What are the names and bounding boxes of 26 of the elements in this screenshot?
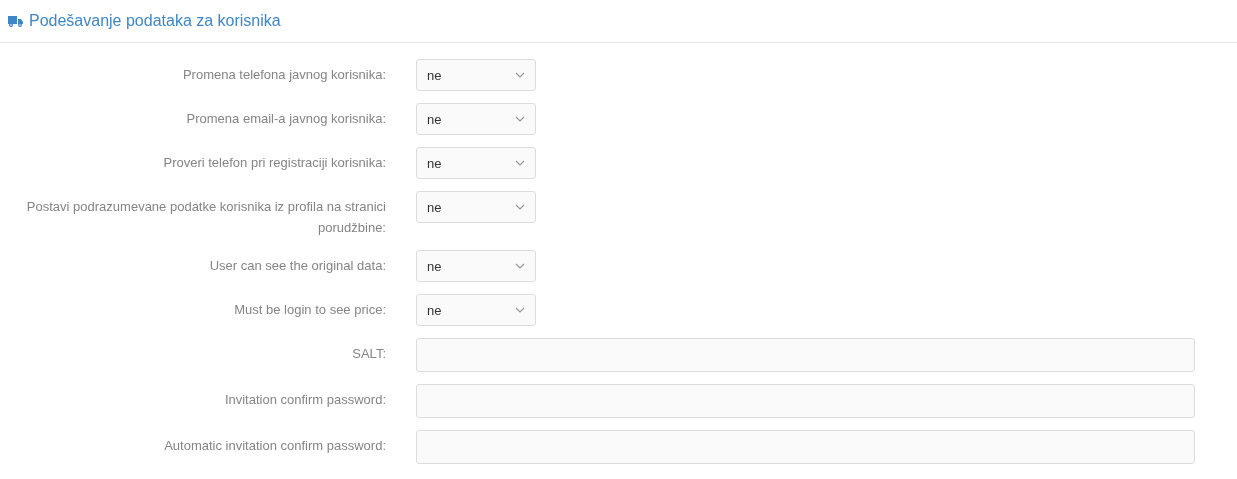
page-title: Podešavanje podataka za korisnika bbox=[29, 12, 281, 30]
field-label: Postavi podrazumevane podatke korisnika iz profila na stranici porudžbine: bbox=[25, 198, 386, 237]
chevron-down-icon bbox=[515, 72, 525, 78]
select-field[interactable]: ne bbox=[416, 250, 536, 282]
field-label: Proveri telefon pri registraciji korisnika: bbox=[162, 154, 386, 172]
chevron-down-icon bbox=[515, 307, 525, 313]
truck-icon bbox=[8, 15, 23, 27]
field-label: Promena telefona javnog korisnika: bbox=[181, 66, 386, 84]
chevron-down-icon bbox=[515, 116, 525, 122]
input-field[interactable] bbox=[416, 338, 1195, 372]
field-label: Invitation confirm password: bbox=[223, 391, 386, 409]
chevron-down-icon bbox=[515, 204, 525, 210]
chevron-down-icon bbox=[515, 160, 525, 166]
select-field[interactable]: ne bbox=[416, 294, 536, 326]
field-label: Automatic invitation confirm password: bbox=[163, 437, 386, 455]
select-field[interactable]: ne bbox=[416, 191, 536, 223]
input-field[interactable] bbox=[416, 384, 1195, 418]
select-field[interactable]: ne bbox=[416, 103, 536, 135]
field-label: Must be login to see price: bbox=[233, 301, 386, 319]
select-field[interactable]: ne bbox=[416, 59, 536, 91]
select-field[interactable]: ne bbox=[416, 147, 536, 179]
field-label: Promena email-a javnog korisnika: bbox=[185, 110, 386, 128]
input-field[interactable] bbox=[416, 430, 1195, 464]
field-label: SALT: bbox=[351, 345, 386, 363]
field-label: User can see the original data: bbox=[208, 257, 386, 275]
chevron-down-icon bbox=[515, 263, 525, 269]
